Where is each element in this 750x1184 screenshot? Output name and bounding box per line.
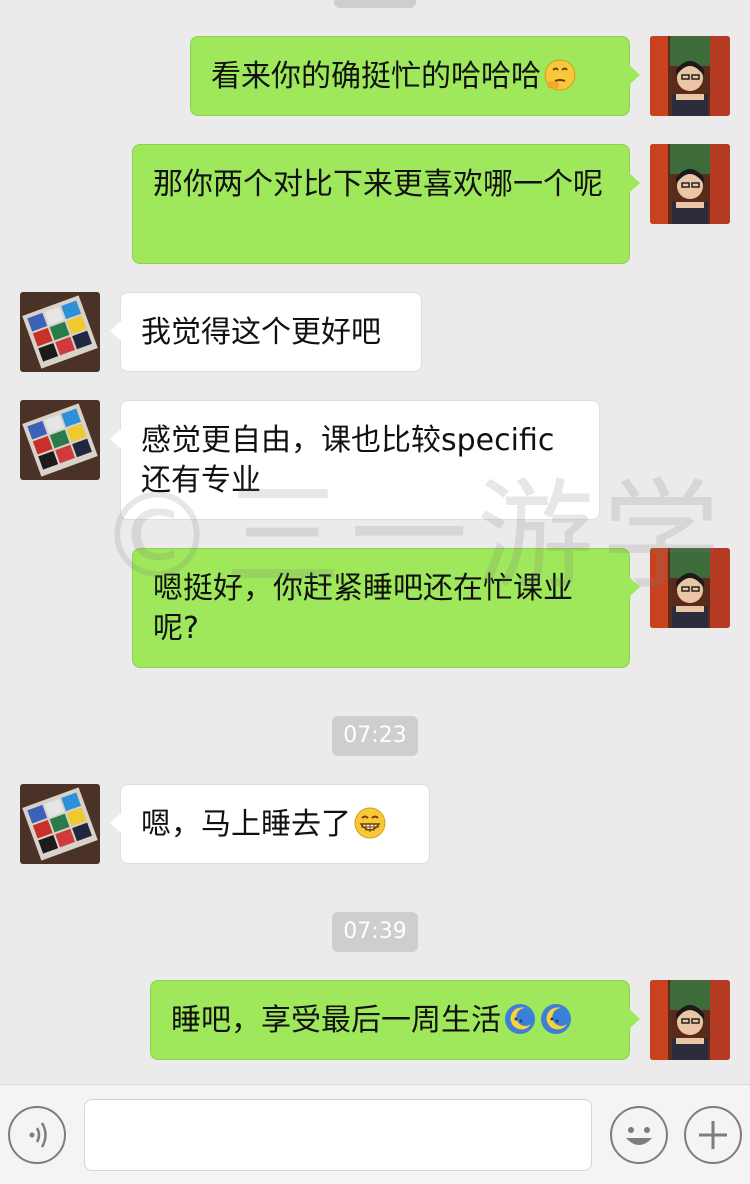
timestamp-pill: 07:39 bbox=[332, 912, 418, 952]
avatar-photo-icon bbox=[650, 144, 730, 224]
message-bubble-received[interactable]: 感觉更自由，课也比较specific还有专业 bbox=[110, 400, 600, 520]
my-avatar[interactable] bbox=[650, 36, 730, 116]
chat-area[interactable]: 看来你的确挺忙的哈哈哈 那你两个对比下来更喜欢哪一个呢 我觉得这个更好吧 感觉更… bbox=[0, 0, 750, 1084]
my-avatar[interactable] bbox=[650, 144, 730, 224]
plus-icon bbox=[699, 1121, 727, 1149]
contact-avatar[interactable] bbox=[20, 292, 100, 372]
message-text: 感觉更自由，课也比较specific还有专业 bbox=[141, 423, 555, 498]
message-text: 嗯，马上睡去了 bbox=[141, 807, 351, 842]
message-text: 睡吧，享受最后一周生活 bbox=[171, 1003, 501, 1038]
grinning-face-icon bbox=[354, 807, 386, 839]
timestamp-pill: 07:23 bbox=[332, 716, 418, 756]
timestamp-pill-partial bbox=[334, 0, 416, 8]
sleeping-moon-icon bbox=[541, 1004, 571, 1034]
message-bubble-sent[interactable]: 那你两个对比下来更喜欢哪一个呢 bbox=[132, 144, 640, 264]
contact-avatar[interactable] bbox=[20, 784, 100, 864]
message-bubble-sent[interactable]: 嗯挺好，你赶紧睡吧还在忙课业呢? bbox=[132, 548, 640, 668]
voice-icon bbox=[29, 1122, 47, 1148]
contact-avatar[interactable] bbox=[20, 400, 100, 480]
sleeping-moon-icon bbox=[505, 1004, 535, 1034]
emoji-icon bbox=[626, 1127, 652, 1145]
message-text: 那你两个对比下来更喜欢哪一个呢 bbox=[153, 167, 603, 202]
message-text: 看来你的确挺忙的哈哈哈 bbox=[211, 59, 541, 94]
message-bubble-sent[interactable]: 看来你的确挺忙的哈哈哈 bbox=[190, 36, 640, 116]
emoji-button[interactable] bbox=[610, 1106, 668, 1164]
avatar-photo-icon bbox=[20, 400, 100, 480]
avatar-photo-icon bbox=[650, 36, 730, 116]
message-bubble-sent[interactable]: 睡吧，享受最后一周生活 bbox=[150, 980, 640, 1060]
thinking-face-icon bbox=[544, 59, 576, 91]
avatar-photo-icon bbox=[20, 784, 100, 864]
avatar-photo-icon bbox=[20, 292, 100, 372]
message-text: 嗯挺好，你赶紧睡吧还在忙课业呢? bbox=[153, 571, 573, 646]
message-text: 我觉得这个更好吧 bbox=[141, 315, 381, 350]
plus-button[interactable] bbox=[684, 1106, 742, 1164]
avatar-photo-icon bbox=[650, 548, 730, 628]
avatar-photo-icon bbox=[650, 980, 730, 1060]
message-input[interactable] bbox=[84, 1099, 592, 1171]
message-bubble-received[interactable]: 我觉得这个更好吧 bbox=[110, 292, 422, 372]
voice-button[interactable] bbox=[8, 1106, 66, 1164]
my-avatar[interactable] bbox=[650, 980, 730, 1060]
message-bubble-received[interactable]: 嗯，马上睡去了 bbox=[110, 784, 430, 864]
input-bar bbox=[0, 1084, 750, 1184]
my-avatar[interactable] bbox=[650, 548, 730, 628]
